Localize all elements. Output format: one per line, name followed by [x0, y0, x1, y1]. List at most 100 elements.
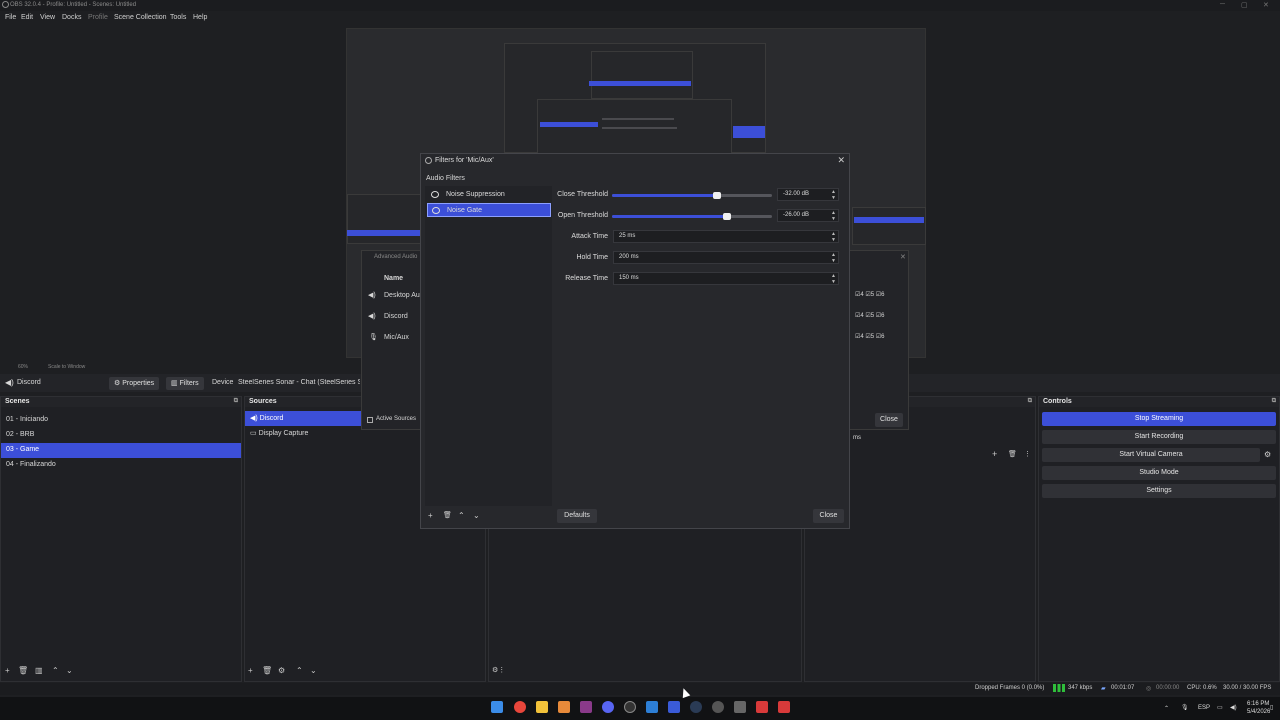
- chevron-up-icon[interactable]: ⌃: [1164, 705, 1169, 712]
- menu-tools[interactable]: Tools: [170, 14, 186, 21]
- trash-icon[interactable]: 🗑: [443, 511, 452, 519]
- menu-help[interactable]: Help: [193, 14, 207, 21]
- mic-icon: 🎙: [369, 334, 378, 341]
- up-icon[interactable]: ⌃: [296, 666, 303, 675]
- settings-icon[interactable]: [712, 701, 724, 713]
- mic-icon[interactable]: 🎙: [1181, 704, 1189, 711]
- menu-edit[interactable]: Edit: [21, 14, 33, 21]
- gear-icon[interactable]: ⚙: [278, 666, 285, 675]
- scale-mode[interactable]: Scale to Window: [48, 364, 85, 370]
- plus-icon[interactable]: +: [428, 511, 433, 520]
- spin-arrows-icon[interactable]: ▲ ▼: [831, 273, 836, 285]
- settings-button[interactable]: Settings: [1042, 484, 1276, 498]
- vscode-icon[interactable]: [646, 701, 658, 713]
- spin-arrows-icon[interactable]: ▲ ▼: [831, 252, 836, 264]
- speaker-icon: ◀): [250, 415, 258, 422]
- plus-icon[interactable]: +: [248, 666, 253, 675]
- clock-time[interactable]: 6:16 PM: [1247, 701, 1269, 707]
- defaults-button[interactable]: Defaults: [557, 509, 597, 523]
- down-icon[interactable]: ⌄: [66, 666, 73, 675]
- app-icon[interactable]: [580, 701, 592, 713]
- attack-time-input[interactable]: 25 ms ▲ ▼: [613, 230, 839, 243]
- studio-mode-button[interactable]: Studio Mode: [1042, 466, 1276, 480]
- device-select[interactable]: SteelSeries Sonar - Chat (SteelSeries So…: [238, 379, 360, 386]
- app-icon[interactable]: [558, 701, 570, 713]
- app-icon[interactable]: [756, 701, 768, 713]
- undock-icon[interactable]: ⧉: [1028, 398, 1032, 405]
- menu-profile[interactable]: Profile: [88, 14, 108, 21]
- spin-arrows-icon[interactable]: ▲ ▼: [831, 210, 836, 222]
- language-indicator[interactable]: ESP: [1198, 705, 1210, 711]
- minimize-icon[interactable]: ─: [1220, 1, 1225, 8]
- undock-icon[interactable]: ⧉: [234, 398, 238, 405]
- advanced-audio-window-right: ✕ ☑4 ☑5 ☑6 ☑4 ☑5 ☑6 ☑4 ☑5 ☑6 Close ms: [849, 250, 909, 441]
- release-time-input[interactable]: 150 ms ▲ ▼: [613, 272, 839, 285]
- steam-icon[interactable]: [690, 701, 702, 713]
- eye-icon[interactable]: [432, 207, 440, 214]
- trash-icon[interactable]: 🗑: [18, 666, 28, 675]
- start-icon[interactable]: [491, 701, 503, 713]
- scene-item[interactable]: 02 - BRB: [1, 428, 241, 443]
- discord-icon[interactable]: [602, 701, 614, 713]
- filter-icon[interactable]: ▥: [35, 666, 43, 675]
- down-icon[interactable]: ⌄: [310, 666, 317, 675]
- filter-item[interactable]: Noise Suppression: [427, 188, 551, 202]
- audio-filters-heading: Audio Filters: [426, 175, 465, 182]
- stop-streaming-button[interactable]: Stop Streaming: [1042, 412, 1276, 426]
- monitor-icon[interactable]: ▭: [1217, 704, 1223, 711]
- close-icon[interactable]: ✕: [837, 155, 845, 166]
- gear-icon[interactable]: ⚙: [1264, 450, 1271, 459]
- zoom-value[interactable]: 60%: [18, 364, 28, 370]
- filter-item-selected[interactable]: Noise Gate: [427, 203, 551, 217]
- menu-docks[interactable]: Docks: [62, 14, 81, 21]
- track-checkboxes[interactable]: ☑4 ☑5 ☑6: [855, 291, 885, 298]
- spin-arrows-icon[interactable]: ▲ ▼: [831, 189, 836, 201]
- app-icon[interactable]: [734, 701, 746, 713]
- open-threshold-handle[interactable]: [723, 213, 731, 220]
- chrome-icon[interactable]: [514, 701, 526, 713]
- down-icon[interactable]: ⌄: [473, 511, 480, 520]
- close-window-icon[interactable]: ✕: [1263, 1, 1269, 9]
- close-threshold-handle[interactable]: [713, 192, 721, 199]
- track-checkboxes[interactable]: ☑4 ☑5 ☑6: [855, 333, 885, 340]
- folder-icon[interactable]: [536, 701, 548, 713]
- nested-scene-list: [347, 194, 422, 244]
- filters-button[interactable]: ▥ Filters: [166, 377, 204, 390]
- open-threshold-input[interactable]: -26.00 dB ▲ ▼: [777, 209, 839, 222]
- up-icon[interactable]: ⌃: [458, 511, 465, 520]
- menu-scene-collection[interactable]: Scene Collection: [114, 14, 167, 21]
- up-icon[interactable]: ⌃: [52, 666, 59, 675]
- obs-icon[interactable]: [624, 701, 636, 713]
- app-icon[interactable]: [778, 701, 790, 713]
- notification-icon[interactable]: ▯: [1270, 704, 1273, 711]
- clock-date[interactable]: 5/4/2026: [1247, 709, 1270, 715]
- spin-arrows-icon[interactable]: ▲ ▼: [831, 231, 836, 243]
- speaker-icon[interactable]: ◀): [1230, 704, 1237, 711]
- plus-icon[interactable]: +: [5, 666, 10, 675]
- maximize-icon[interactable]: ▢: [1241, 1, 1248, 9]
- scene-item[interactable]: 01 - Iniciando: [1, 413, 241, 428]
- app-icon[interactable]: [668, 701, 680, 713]
- menu-file[interactable]: File: [5, 14, 16, 21]
- trash-icon[interactable]: 🗑: [1008, 450, 1017, 458]
- close-threshold-input[interactable]: -32.00 dB ▲ ▼: [777, 188, 839, 201]
- gear-icon: ⚙: [114, 380, 121, 387]
- undock-icon[interactable]: ⧉: [1272, 398, 1276, 405]
- trash-icon[interactable]: 🗑: [262, 666, 272, 675]
- hold-time-input[interactable]: 200 ms ▲ ▼: [613, 251, 839, 264]
- more-icon[interactable]: ⋮: [1024, 450, 1031, 458]
- start-virtual-camera-button[interactable]: Start Virtual Camera: [1042, 448, 1260, 462]
- properties-button[interactable]: ⚙ Properties: [109, 377, 160, 390]
- close-icon[interactable]: ✕: [900, 253, 906, 261]
- start-recording-button[interactable]: Start Recording: [1042, 430, 1276, 444]
- dialog-close-button[interactable]: Close: [813, 509, 844, 523]
- advanced-audio-close-button[interactable]: Close: [875, 413, 903, 427]
- mixer-settings-icon[interactable]: ⚙⋮: [492, 666, 505, 674]
- track-checkboxes[interactable]: ☑4 ☑5 ☑6: [855, 312, 885, 319]
- eye-icon[interactable]: [431, 191, 439, 198]
- active-sources-checkbox[interactable]: [367, 417, 373, 423]
- scene-item-selected[interactable]: 03 - Game: [1, 443, 241, 458]
- menu-view[interactable]: View: [40, 14, 55, 21]
- scene-item[interactable]: 04 - Finalizando: [1, 458, 241, 473]
- plus-icon[interactable]: +: [992, 449, 997, 459]
